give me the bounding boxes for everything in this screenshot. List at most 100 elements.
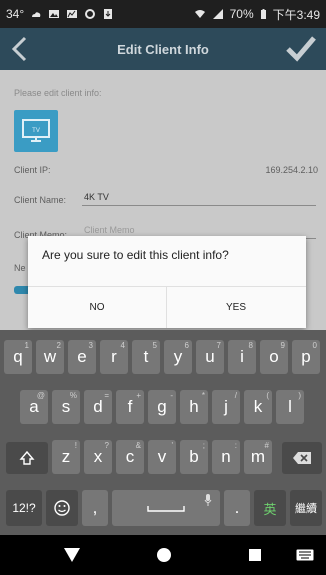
backspace-key[interactable] xyxy=(282,442,322,474)
key-label: w xyxy=(43,347,57,366)
key-v[interactable]: ' v xyxy=(148,440,176,474)
key-label: z xyxy=(61,447,71,466)
soft-keyboard: 1q2w3e4r5t6y7u8i9o0p @ a% s = d + f - g * h / j(k) l … xyxy=(0,330,326,535)
key-c[interactable]: & c xyxy=(116,440,144,474)
emoji-key[interactable] xyxy=(46,490,78,526)
network-label: Ne xyxy=(14,263,26,273)
key-e[interactable]: 3e xyxy=(68,340,96,374)
key-h[interactable]: * h xyxy=(180,390,208,424)
key-j[interactable]: / j xyxy=(212,390,240,424)
key-hint: 3 xyxy=(88,341,93,350)
client-name-label: Client Name: xyxy=(14,195,67,205)
key-a[interactable]: @ a xyxy=(20,390,48,424)
key-label: k xyxy=(253,397,263,416)
dialog-message: Are you sure to edit this client info? xyxy=(42,248,229,262)
gallery-icon xyxy=(49,10,60,18)
page-title: Edit Client Info xyxy=(117,41,209,57)
key-q[interactable]: 1q xyxy=(4,340,32,374)
key-w[interactable]: 2w xyxy=(36,340,64,374)
key-g[interactable]: -g xyxy=(148,390,176,424)
key-hint: 8 xyxy=(248,341,253,350)
key-label: b xyxy=(189,447,199,466)
key-b[interactable]: ; b xyxy=(180,440,208,474)
key-hint: 7 xyxy=(216,341,221,350)
key-hint: = xyxy=(104,391,109,400)
key-hint: ; xyxy=(202,441,205,450)
symbols-key[interactable]: 12!? xyxy=(6,490,42,526)
key-hint: & xyxy=(135,441,141,450)
key-o[interactable]: 9o xyxy=(260,340,288,374)
form-hint: Please edit client info: xyxy=(14,88,102,98)
key-k[interactable]: (k xyxy=(244,390,272,424)
key-hint: ( xyxy=(266,391,269,400)
no-button[interactable]: NO xyxy=(28,287,166,328)
key-label: y xyxy=(173,347,183,366)
key-label: s xyxy=(61,397,71,416)
temperature-text: 34° xyxy=(6,7,25,21)
key-t[interactable]: 5t xyxy=(132,340,160,374)
key-label: n xyxy=(221,447,231,466)
home-nav-icon[interactable] xyxy=(156,547,172,563)
key-hint: # xyxy=(264,441,269,450)
language-key[interactable]: 英 xyxy=(254,490,286,526)
key-hint: 1 xyxy=(24,341,29,350)
key-r[interactable]: 4r xyxy=(100,340,128,374)
keyboard-switch-icon[interactable] xyxy=(296,549,314,561)
recents-nav-icon[interactable] xyxy=(248,548,262,562)
key-label: f xyxy=(127,397,133,416)
emoji-icon xyxy=(54,500,70,516)
key-label: c xyxy=(125,447,135,466)
tv-device-icon: TV xyxy=(14,110,58,152)
key-z[interactable]: ! z xyxy=(52,440,80,474)
yes-button[interactable]: YES xyxy=(167,287,305,328)
key-m[interactable]: # m xyxy=(244,440,272,474)
status-bar: 34° 70% 下午3:49 xyxy=(0,0,326,28)
key-label: u xyxy=(205,347,215,366)
navigation-bar xyxy=(0,535,326,575)
key-s[interactable]: % s xyxy=(52,390,80,424)
key-i[interactable]: 8i xyxy=(228,340,256,374)
shift-key[interactable] xyxy=(6,442,48,474)
back-nav-icon[interactable] xyxy=(63,547,81,563)
key-n[interactable]: :n xyxy=(212,440,240,474)
clock-text: 下午3:49 xyxy=(272,7,320,22)
backspace-icon xyxy=(293,452,311,464)
key-label: a xyxy=(29,397,39,416)
app-bar: Edit Client Info xyxy=(0,28,326,70)
key-label: j xyxy=(224,397,228,416)
key-label: v xyxy=(157,447,167,466)
key-u[interactable]: 7u xyxy=(196,340,224,374)
back-arrow-icon[interactable] xyxy=(6,34,36,64)
period-key[interactable]: . xyxy=(224,490,250,526)
key-label: d xyxy=(93,397,103,416)
battery-percent: 70% xyxy=(229,7,254,21)
comma-key[interactable]: , xyxy=(82,490,108,526)
key-p[interactable]: 0p xyxy=(292,340,320,374)
client-name-input[interactable]: 4K TV xyxy=(82,188,316,206)
key-x[interactable]: ? x xyxy=(84,440,112,474)
key-f[interactable]: + f xyxy=(116,390,144,424)
key-hint: ) xyxy=(298,391,301,400)
microphone-icon xyxy=(204,494,212,506)
weather-icon xyxy=(32,12,41,17)
key-hint: * xyxy=(201,391,205,400)
key-y[interactable]: 6y xyxy=(164,340,192,374)
key-hint: + xyxy=(136,391,141,400)
confirm-check-icon[interactable] xyxy=(284,33,318,65)
key-label: t xyxy=(143,347,149,366)
key-hint: 2 xyxy=(56,341,61,350)
download-icon xyxy=(104,9,113,19)
enter-key[interactable]: 繼續 xyxy=(290,490,322,526)
key-d[interactable]: = d xyxy=(84,390,112,424)
key-label: o xyxy=(269,347,279,366)
key-l[interactable]: ) l xyxy=(276,390,304,424)
space-key[interactable] xyxy=(112,490,220,526)
key-hint: % xyxy=(69,391,77,400)
key-hint: ' xyxy=(171,441,173,450)
key-label: e xyxy=(77,347,87,366)
space-icon xyxy=(147,506,185,512)
key-label: h xyxy=(189,397,199,416)
key-label: q xyxy=(13,347,23,366)
key-hint: / xyxy=(234,391,237,400)
key-label: p xyxy=(301,347,311,366)
